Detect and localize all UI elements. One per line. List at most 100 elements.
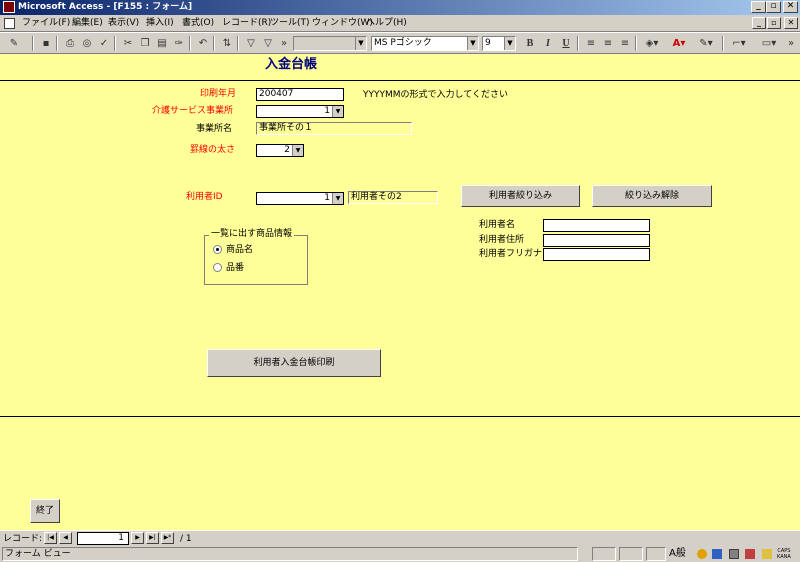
radio-product-number-label[interactable]: 品番	[226, 262, 244, 274]
line-width-icon[interactable]: ⌐▾	[728, 36, 750, 51]
menu-file[interactable]: ファイル(F)	[22, 17, 70, 30]
radio-product-name[interactable]	[213, 245, 222, 254]
mdi-restore-button[interactable]: ▫	[767, 17, 781, 29]
record-total: / 1	[180, 534, 192, 544]
last-record-button[interactable]: ▶|	[146, 532, 159, 544]
menu-bar: ファイル(F) 編集(E) 表示(V) 挿入(I) 書式(O) レコード(R) …	[0, 15, 800, 32]
paste-icon[interactable]: ▤	[154, 36, 170, 51]
copy-icon[interactable]: ❐	[137, 36, 153, 51]
radio-product-name-label[interactable]: 商品名	[226, 244, 253, 256]
ime-tool-icon[interactable]	[745, 549, 755, 559]
menu-records[interactable]: レコード(R)	[222, 17, 271, 30]
first-record-button[interactable]: |◀	[44, 532, 57, 544]
spelling-icon[interactable]: ✓	[96, 36, 112, 51]
title-bar[interactable]: Microsoft Access - [F155 : フォーム] _ ▫ ✕	[0, 0, 800, 15]
special-effect-icon[interactable]: ▭▾	[758, 36, 780, 51]
access-app-icon	[3, 1, 15, 13]
header-divider	[0, 80, 800, 81]
filter-form-icon[interactable]: ▽	[260, 36, 276, 51]
line-thickness-value: 2	[284, 145, 290, 155]
menu-tools[interactable]: ツール(T)	[270, 17, 310, 30]
office-name-field: 事業所その１	[256, 122, 412, 135]
current-record-input[interactable]: 1	[77, 532, 129, 545]
menu-edit[interactable]: 編集(E)	[72, 17, 103, 30]
user-filter-button[interactable]: 利用者絞り込み	[461, 185, 580, 207]
print-month-input[interactable]: 200407	[256, 88, 344, 101]
filter-icon[interactable]: ▽	[243, 36, 259, 51]
toolbar-separator	[56, 36, 58, 51]
font-size-combo[interactable]: 9 ▼	[482, 36, 516, 51]
chevron-down-icon[interactable]: ▼	[467, 37, 478, 50]
product-info-group	[204, 235, 308, 285]
user-name-input[interactable]	[543, 219, 650, 232]
chevron-down-icon[interactable]: ▼	[332, 106, 343, 117]
menu-window[interactable]: ウィンドウ(W)	[312, 17, 373, 30]
font-color-icon[interactable]: A▾	[668, 36, 690, 51]
user-furigana-input[interactable]	[543, 248, 650, 261]
user-id-label: 利用者ID	[186, 192, 223, 202]
save-icon[interactable]: ▪	[38, 36, 54, 51]
status-bar: フォーム ビュー A般 CAPS KANA	[0, 546, 800, 562]
undo-icon[interactable]: ↶	[195, 36, 211, 51]
user-name-display: 利用者その2	[348, 191, 438, 204]
previous-record-button[interactable]: ◀	[59, 532, 72, 544]
chevron-down-icon[interactable]: ▼	[332, 193, 343, 204]
print-icon[interactable]: ⎙	[62, 36, 78, 51]
toolbar-separator	[577, 36, 579, 51]
print-ledger-button[interactable]: 利用者入金台帳印刷	[207, 349, 381, 377]
clear-filter-button[interactable]: 絞り込み解除	[592, 185, 712, 207]
align-right-icon[interactable]: ≡	[617, 36, 633, 51]
kana-indicator: KANA	[777, 554, 791, 560]
fill-color-icon[interactable]: ◈▾	[641, 36, 663, 51]
toolbar-more-icon[interactable]: »	[276, 36, 292, 51]
menu-view[interactable]: 表示(V)	[108, 17, 139, 30]
ime-mode-indicator[interactable]: A般	[669, 548, 686, 560]
view-icon[interactable]: ✎	[6, 36, 22, 51]
format-painter-icon[interactable]: ✑	[171, 36, 187, 51]
close-form-button[interactable]: 終了	[30, 499, 60, 523]
care-service-combo[interactable]: 1 ▼	[256, 105, 344, 118]
mdi-close-button[interactable]: ✕	[784, 17, 798, 29]
record-label: レコード:	[3, 534, 43, 544]
italic-button[interactable]: I	[540, 36, 556, 51]
maximize-button[interactable]: ▫	[766, 1, 781, 13]
chevron-down-icon[interactable]: ▼	[504, 37, 515, 50]
minimize-button[interactable]: _	[751, 1, 766, 13]
toolbar-separator	[635, 36, 637, 51]
close-window-button[interactable]: ✕	[783, 1, 798, 13]
product-info-group-title: 一覧に出す商品情報	[209, 228, 295, 240]
radio-product-number[interactable]	[213, 263, 222, 272]
align-left-icon[interactable]: ≡	[583, 36, 599, 51]
ime-icon[interactable]	[697, 549, 707, 559]
bold-button[interactable]: B	[522, 36, 538, 51]
formatting-toolbar: ✎ ▪ ⎙ ◎ ✓ ✂ ❐ ▤ ✑ ↶ ⇅ ▽ ▽ » ▼ MS Pゴシック ▼…	[0, 32, 800, 54]
menu-help[interactable]: ヘルプ(H)	[366, 17, 407, 30]
footer-divider	[0, 416, 800, 417]
user-id-combo[interactable]: 1 ▼	[256, 192, 344, 205]
chevron-down-icon[interactable]: ▼	[292, 145, 303, 156]
care-service-value: 1	[324, 106, 330, 116]
toolbar-separator	[213, 36, 215, 51]
toolbar-separator	[114, 36, 116, 51]
ime-dictionary-icon[interactable]	[729, 549, 739, 559]
new-record-button[interactable]: ▶*	[161, 532, 174, 544]
menu-format[interactable]: 書式(O)	[182, 17, 214, 30]
form-icon[interactable]	[4, 18, 15, 29]
print-preview-icon[interactable]: ◎	[79, 36, 95, 51]
chevron-down-icon[interactable]: ▼	[355, 37, 366, 50]
ime-pad-icon[interactable]	[712, 549, 722, 559]
toolbar-overflow-icon[interactable]: »	[785, 36, 797, 51]
align-center-icon[interactable]: ≡	[600, 36, 616, 51]
object-combo[interactable]: ▼	[293, 36, 367, 51]
ime-help-icon[interactable]	[762, 549, 772, 559]
user-address-input[interactable]	[543, 234, 650, 247]
line-color-icon[interactable]: ✎▾	[695, 36, 717, 51]
line-thickness-combo[interactable]: 2 ▼	[256, 144, 304, 157]
mdi-minimize-button[interactable]: _	[752, 17, 766, 29]
next-record-button[interactable]: ▶	[131, 532, 144, 544]
sort-icon[interactable]: ⇅	[219, 36, 235, 51]
cut-icon[interactable]: ✂	[120, 36, 136, 51]
underline-button[interactable]: U	[558, 36, 574, 51]
font-name-combo[interactable]: MS Pゴシック ▼	[371, 36, 479, 51]
menu-insert[interactable]: 挿入(I)	[146, 17, 174, 30]
